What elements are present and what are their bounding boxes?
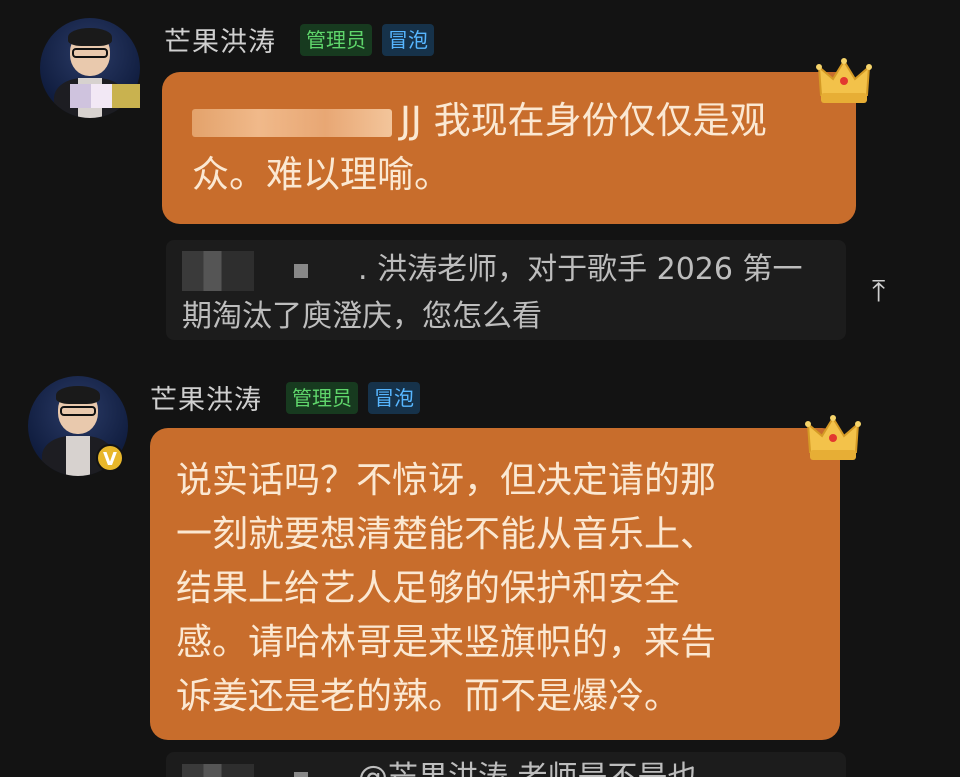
crown-icon [805,415,861,460]
mosaic-censor [182,763,254,777]
message-line: 众。难以理喻。 [192,153,451,196]
verified-badge: V [96,444,124,472]
message-line: JJ 我现在身份仅仅是观 [192,94,836,148]
mosaic-censor [294,771,308,777]
mosaic-censor [294,263,308,278]
quoted-reply-line: @芒果洪涛 老师是不是也 [182,758,830,777]
quoted-reply-line: . 洪涛老师，对于歌手 2026 第一 [182,250,830,291]
mosaic-censor [182,250,254,291]
arrow-up-icon[interactable]: ⤒ [872,274,885,309]
chat-screen: 芒果洪涛 管理员 冒泡 JJ 我现在身份仅仅是观 众。难以理喻。 . 洪涛老师，… [0,0,960,777]
message-line: 一刻就要想清楚能不能从音乐上、 [176,514,717,555]
message-line: 说实话吗？不惊讶，但决定请的那 [176,460,717,501]
message-line: 感。请哈林哥是来竖旗帜的，来告 [176,622,717,663]
avatar-hair [68,28,112,46]
bubble-badge: 冒泡 [368,382,420,414]
avatar-glasses [60,406,96,416]
crown-icon [816,58,872,103]
message-bubble[interactable]: JJ 我现在身份仅仅是观 众。难以理喻。 [162,72,856,224]
admin-badge: 管理员 [300,24,372,56]
quoted-reply-text: @芒果洪涛 老师是不是也 [358,760,698,777]
quoted-reply-text: . 洪涛老师，对于歌手 2026 第一 [358,252,803,287]
avatar-hair [56,386,100,404]
avatar-glasses [72,48,108,58]
username[interactable]: 芒果洪涛 [150,378,262,417]
quoted-reply-line: 期淘汰了庾澄庆，您怎么看 [182,298,542,334]
username[interactable]: 芒果洪涛 [164,20,276,59]
quoted-reply[interactable]: @芒果洪涛 老师是不是也 [166,752,846,777]
mosaic-censor [192,108,392,137]
admin-badge: 管理员 [286,382,358,414]
message-line: 结果上给艺人足够的保护和安全 [176,568,681,609]
bubble-badge: 冒泡 [382,24,434,56]
message-line: 诉姜还是老的辣。而不是爆冷。 [176,676,681,717]
quoted-reply[interactable]: . 洪涛老师，对于歌手 2026 第一 期淘汰了庾澄庆，您怎么看 [166,240,846,340]
message-text: JJ 我现在身份仅仅是观 [400,99,767,142]
avatar-shirt [66,436,90,476]
message-bubble[interactable]: 说实话吗？不惊讶，但决定请的那 一刻就要想清楚能不能从音乐上、 结果上给艺人足够… [150,428,840,740]
mosaic-censor [70,84,140,108]
